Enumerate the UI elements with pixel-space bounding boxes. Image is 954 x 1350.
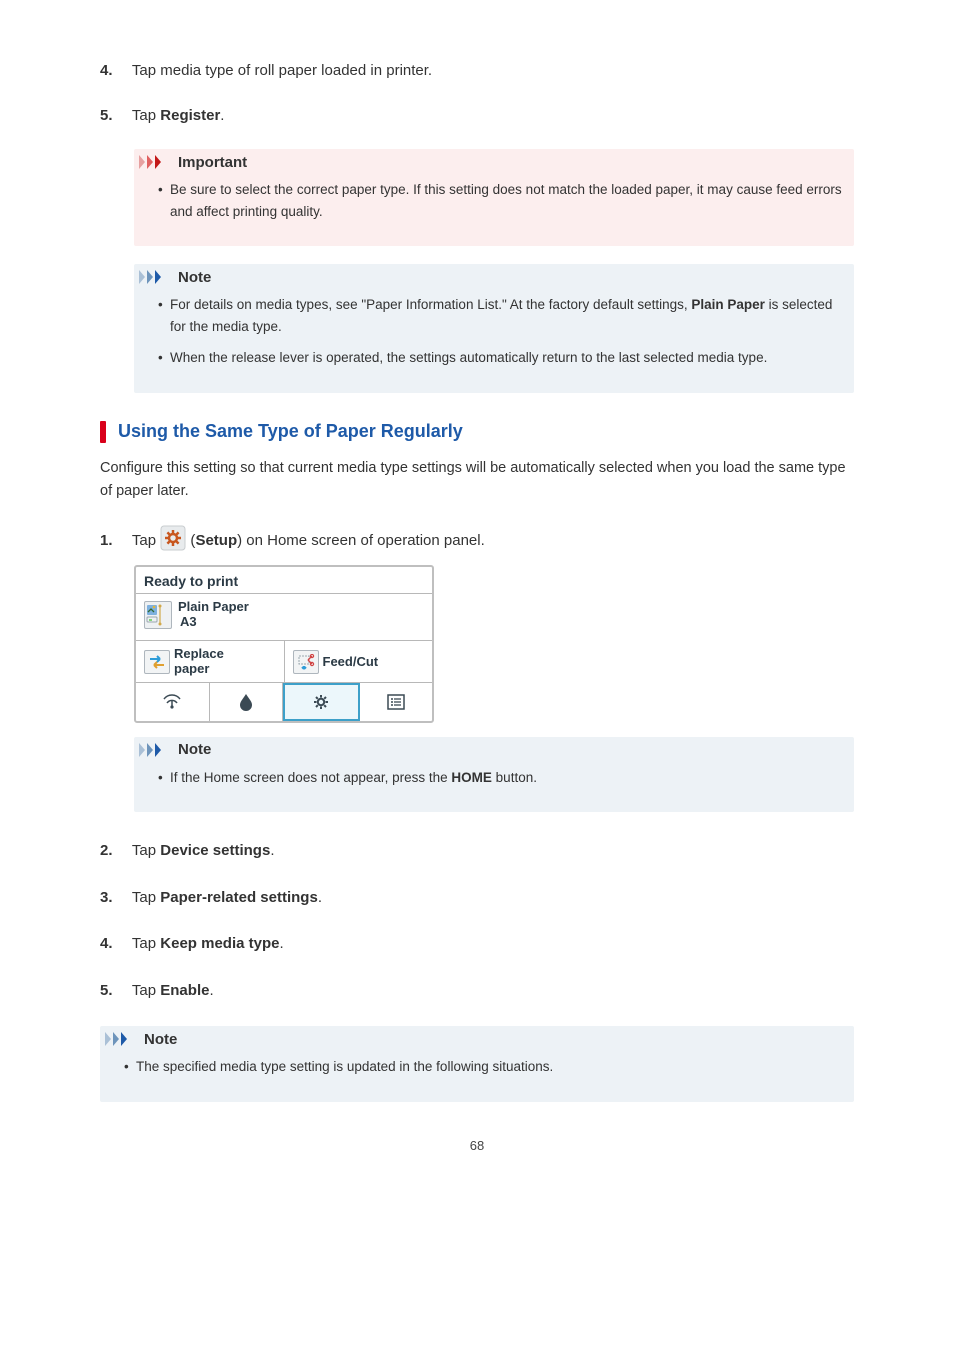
section-title: Using the Same Type of Paper Regularly: [118, 421, 463, 442]
feed-cut-button[interactable]: Feed/Cut: [285, 641, 433, 682]
step-number: 5.: [100, 105, 128, 128]
note-body: If the Home screen does not appear, pres…: [134, 763, 854, 807]
note-item: The specified media type setting is upda…: [124, 1056, 842, 1078]
chevrons-blue-icon: [104, 1030, 140, 1048]
step-1: 1. Tap: [100, 525, 854, 551]
section-intro: Configure this setting so that current m…: [100, 457, 854, 503]
note-label: Note: [144, 1031, 177, 1048]
step-text: Tap Register.: [132, 107, 225, 124]
paper-text: Plain Paper A3: [178, 600, 249, 630]
page-number: 68: [100, 1138, 854, 1153]
list-tab[interactable]: [360, 683, 433, 721]
ink-drop-icon: [238, 693, 254, 711]
gear-icon: [160, 525, 186, 551]
replace-icon: [144, 650, 170, 674]
note-item: For details on media types, see "Paper I…: [158, 294, 842, 337]
important-item: Be sure to select the correct paper type…: [158, 179, 842, 222]
note-label: Note: [178, 741, 211, 758]
step-text: Tap media type of roll paper loaded in p…: [132, 62, 432, 79]
printer-panel: Ready to print Plain Paper A3: [134, 565, 434, 722]
step-5: 5. Tap Register.: [100, 105, 854, 128]
chevrons-blue-icon: [138, 741, 174, 759]
note-item: If the Home screen does not appear, pres…: [158, 767, 842, 789]
step-number: 1.: [100, 532, 128, 549]
step-text: Tap Enable.: [132, 982, 214, 999]
note-callout-1: Note For details on media types, see "Pa…: [134, 264, 854, 393]
note-label: Note: [178, 269, 211, 286]
step-4: 4. Tap media type of roll paper loaded i…: [100, 60, 854, 83]
setup-tab[interactable]: [283, 683, 360, 721]
panel-title: Ready to print: [136, 567, 432, 594]
feed-cut-icon: [293, 650, 319, 674]
note-callout-3: Note The specified media type setting is…: [100, 1026, 854, 1102]
important-body: Be sure to select the correct paper type…: [134, 175, 854, 240]
ink-tab[interactable]: [210, 683, 284, 721]
section-heading: Using the Same Type of Paper Regularly: [100, 421, 854, 443]
step-2: 2. Tap Device settings.: [100, 840, 854, 863]
note-body: For details on media types, see "Paper I…: [134, 290, 854, 387]
step-text: Tap (Se: [132, 532, 485, 549]
step-number: 4.: [100, 60, 128, 83]
chevrons-blue-icon: [138, 268, 174, 286]
panel-paper-info[interactable]: Plain Paper A3: [136, 594, 432, 641]
step-text: Tap Paper-related settings.: [132, 889, 322, 906]
wifi-tab[interactable]: [136, 683, 210, 721]
note-header: Note: [100, 1026, 854, 1052]
paper-type: Plain Paper: [178, 600, 249, 615]
step-4b: 4. Tap Keep media type.: [100, 933, 854, 956]
step-number: 2.: [100, 840, 128, 863]
replace-paper-button[interactable]: Replace paper: [136, 641, 285, 682]
chevrons-red-icon: [138, 153, 174, 171]
step-number: 3.: [100, 887, 128, 910]
step-text: Tap Keep media type.: [132, 935, 284, 952]
red-bar-icon: [100, 421, 106, 443]
gear-icon: [311, 692, 331, 712]
list-icon: [386, 693, 406, 711]
step-text: Tap Device settings.: [132, 842, 275, 859]
note-callout-2: Note If the Home screen does not appear,…: [134, 737, 854, 813]
note-header: Note: [134, 737, 854, 763]
paper-thumb-icon: [144, 601, 172, 629]
note-item: When the release lever is operated, the …: [158, 347, 842, 369]
important-header: Important: [134, 149, 854, 175]
step-number: 4.: [100, 933, 128, 956]
important-label: Important: [178, 154, 247, 171]
feed-cut-label: Feed/Cut: [323, 654, 379, 669]
paper-size: A3: [180, 615, 249, 630]
replace-label: Replace paper: [174, 647, 224, 676]
step-5b: 5. Tap Enable.: [100, 980, 854, 1003]
note-body: The specified media type setting is upda…: [100, 1052, 854, 1096]
step-3: 3. Tap Paper-related settings.: [100, 887, 854, 910]
wifi-icon: [161, 693, 183, 711]
note-header: Note: [134, 264, 854, 290]
important-callout: Important Be sure to select the correct …: [134, 149, 854, 246]
step-number: 5.: [100, 980, 128, 1003]
